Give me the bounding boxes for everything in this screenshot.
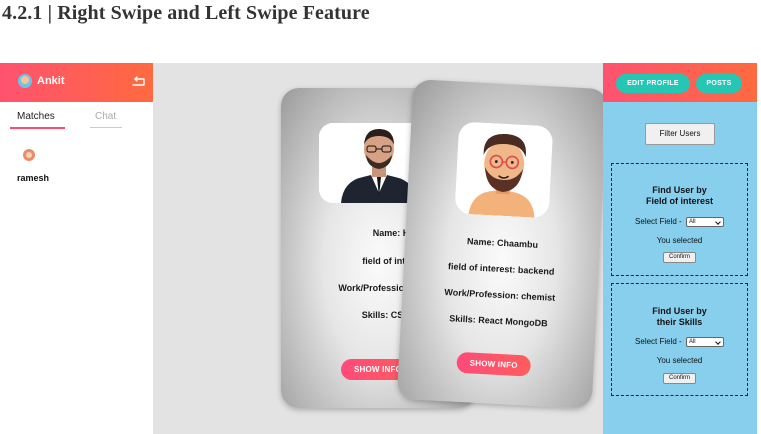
- field-select-row: Select Field - All: [612, 217, 747, 227]
- tab-matches-underline: [10, 127, 65, 129]
- profile-photo: [454, 121, 554, 219]
- right-header: EDIT PROFILE POSTS: [603, 63, 757, 102]
- card-skills: Skills: React MongoDB: [449, 313, 548, 329]
- skills-filter-title: Find User by their Skills: [612, 306, 747, 328]
- field-confirm-button[interactable]: Confirm: [663, 252, 696, 263]
- edit-profile-button[interactable]: EDIT PROFILE: [616, 74, 690, 93]
- app-window: Ankit Matches Chat ramesh Name: Harsh fi…: [0, 63, 757, 434]
- card-name: Name: Chaambu: [466, 236, 539, 250]
- sidebar-header: Ankit: [0, 63, 153, 102]
- user-name[interactable]: Ankit: [37, 75, 65, 87]
- field-filter-title-line1: Find User by: [652, 185, 707, 195]
- filter-users-button[interactable]: Filter Users: [645, 123, 715, 145]
- skills-confirm-button[interactable]: Confirm: [663, 373, 696, 384]
- filter-by-field-box: Find User by Field of interest Select Fi…: [611, 163, 748, 276]
- profile-card-front[interactable]: Name: Chaambu field of interest: backend…: [396, 79, 609, 409]
- document-heading: 4.2.1 | Right Swipe and Left Swipe Featu…: [2, 2, 370, 24]
- show-info-button[interactable]: SHOW INFO: [456, 351, 532, 377]
- skills-filter-title-line1: Find User by: [652, 306, 707, 316]
- posts-button[interactable]: POSTS: [696, 74, 742, 93]
- card-interest: field of interest: backend: [447, 261, 555, 277]
- back-arrow-icon[interactable]: [130, 76, 146, 88]
- field-select-dropdown[interactable]: All: [685, 217, 724, 227]
- sidebar: Ankit Matches Chat ramesh: [0, 63, 153, 434]
- tab-chat[interactable]: Chat: [95, 111, 116, 122]
- filter-by-skills-box: Find User by their Skills Select Field -…: [611, 283, 748, 396]
- skills-select-dropdown[interactable]: All: [685, 337, 724, 347]
- field-select-label: Select Field -: [635, 217, 682, 227]
- card-work: Work/Profession: chemist: [444, 287, 556, 303]
- match-name[interactable]: ramesh: [17, 173, 49, 183]
- swipe-area: Name: Harsh field of interest: fr Work/P…: [153, 63, 609, 434]
- skills-filter-title-line2: their Skills: [656, 317, 703, 327]
- field-filter-title: Find User by Field of interest: [612, 185, 747, 207]
- user-avatar[interactable]: [18, 74, 32, 88]
- field-selected-text: You selected: [656, 236, 703, 245]
- cartoon-avatar-icon: [454, 121, 554, 219]
- match-avatar[interactable]: [23, 149, 35, 161]
- tab-chat-underline: [90, 127, 122, 128]
- tab-matches[interactable]: Matches: [17, 111, 55, 122]
- skills-selected-text: You selected: [656, 356, 703, 365]
- filter-panel: EDIT PROFILE POSTS Filter Users Find Use…: [603, 63, 757, 434]
- skills-select-row: Select Field - All: [612, 337, 747, 347]
- field-filter-title-line2: Field of interest: [645, 196, 713, 206]
- skills-select-label: Select Field -: [635, 337, 682, 347]
